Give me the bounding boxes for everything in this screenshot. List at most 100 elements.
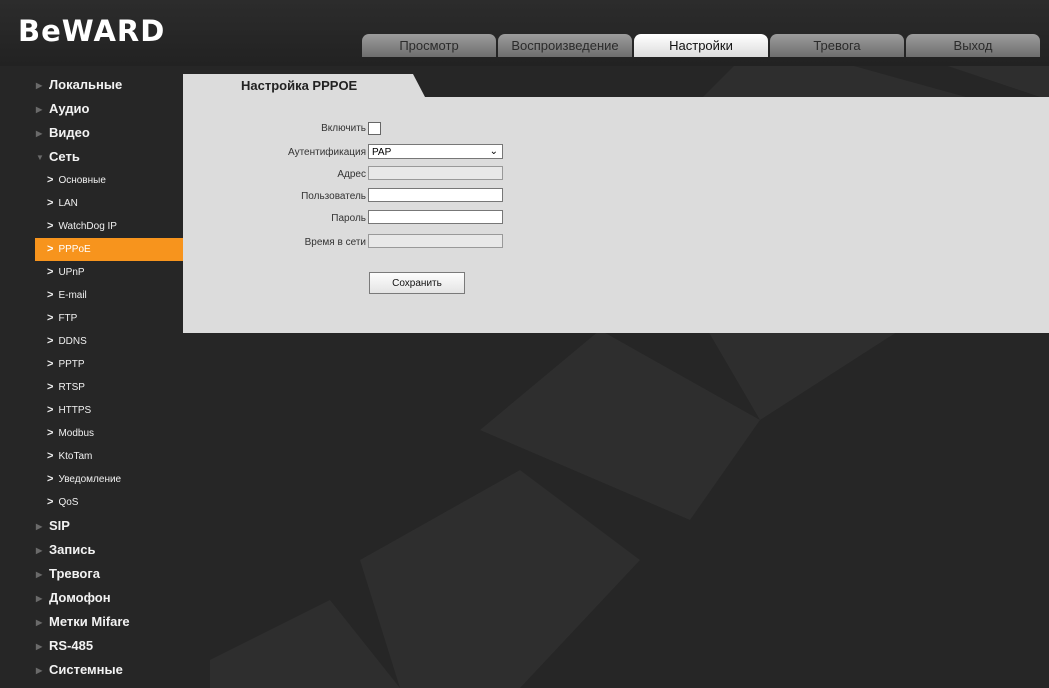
sidebar-item-label: Тревога [49, 566, 101, 581]
collapsed-triangle-icon: ▶ [36, 594, 43, 603]
sidebar-subitem-qos[interactable]: > QoS [27, 491, 185, 514]
sidebar-subitem-pptp[interactable]: > PPTP [27, 353, 185, 376]
sidebar-item-label: Сеть [49, 149, 80, 164]
sidebar-subitem-label: DDNS [58, 336, 87, 347]
sidebar-subitem-rtsp[interactable]: > RTSP [27, 376, 185, 399]
beward-logo: BeWARD [18, 14, 166, 48]
collapsed-triangle-icon: ▶ [36, 105, 43, 114]
sidebar-item-label: Домофон [49, 590, 111, 605]
sidebar-item-rs485[interactable]: ▶ RS-485 [27, 634, 185, 658]
sidebar-subitem-ftp[interactable]: > FTP [27, 307, 185, 330]
sidebar-item-record[interactable]: ▶ Запись [27, 538, 185, 562]
panel-body: Включить Аутентификация PAP ⌄ Адрес Польз… [183, 97, 1049, 333]
chevron-right-icon: > [47, 220, 54, 232]
chevron-right-icon: > [47, 427, 54, 439]
sidebar-item-label: Системные [49, 662, 123, 677]
chevron-right-icon: > [47, 450, 54, 462]
top-bar: BeWARD Просмотр Воспроизведение Настройк… [0, 0, 1049, 66]
panel-tab-notch [413, 74, 425, 97]
panel-title: Настройка PPPOE [241, 78, 358, 93]
collapsed-triangle-icon: ▶ [36, 522, 43, 531]
enable-label: Включить [321, 123, 366, 134]
sidebar-subitem-ddns[interactable]: > DDNS [27, 330, 185, 353]
sidebar-item-label: SIP [49, 518, 70, 533]
sidebar-subitem-label: HTTPS [58, 405, 92, 416]
sidebar-item-sip[interactable]: ▶ SIP [27, 514, 185, 538]
enable-checkbox[interactable] [368, 122, 381, 135]
online-time-field [368, 234, 503, 248]
auth-select[interactable]: PAP ⌄ [368, 144, 503, 159]
collapsed-triangle-icon: ▶ [36, 618, 43, 627]
collapsed-triangle-icon: ▶ [36, 570, 43, 579]
user-label: Пользователь [301, 191, 366, 202]
collapsed-triangle-icon: ▶ [36, 666, 43, 675]
tab-logout[interactable]: Выход [906, 34, 1040, 57]
sidebar-item-audio[interactable]: ▶ Аудио [27, 97, 185, 121]
sidebar-subitem-notification[interactable]: > Уведомление [27, 468, 185, 491]
chevron-right-icon: > [47, 289, 54, 301]
chevron-right-icon: > [47, 197, 54, 209]
sidebar-subitem-label: LAN [58, 198, 78, 209]
sidebar-item-label: Видео [49, 125, 90, 140]
chevron-right-icon: > [47, 312, 54, 324]
chevron-right-icon: > [47, 335, 54, 347]
sidebar-subitem-label: Основные [58, 175, 106, 186]
sidebar-item-video[interactable]: ▶ Видео [27, 121, 185, 145]
online-time-label: Время в сети [304, 237, 366, 248]
sidebar-subitem-label: PPPoE [58, 244, 91, 255]
sidebar-item-label: Запись [49, 542, 96, 557]
sidebar-item-intercom[interactable]: ▶ Домофон [27, 586, 185, 610]
chevron-right-icon: > [47, 496, 54, 508]
sidebar-subitem-label: UPnP [58, 267, 85, 278]
chevron-right-icon: > [47, 266, 54, 278]
auth-select-value: PAP [372, 147, 392, 158]
sidebar-subitem-pppoe[interactable]: > PPPoE [35, 238, 185, 261]
tab-playback[interactable]: Воспроизведение [498, 34, 632, 57]
auth-label: Аутентификация [288, 147, 366, 158]
sidebar-subitem-label: RTSP [58, 382, 85, 393]
sidebar-subitem-label: Уведомление [58, 474, 122, 485]
sidebar-item-label: RS-485 [49, 638, 94, 653]
sidebar-item-label: Метки Mifare [49, 614, 130, 629]
sidebar-item-network[interactable]: ▼ Сеть [27, 145, 185, 169]
sidebar-item-local[interactable]: ▶ Локальные [27, 73, 185, 97]
main-tabs: Просмотр Воспроизведение Настройки Трево… [362, 34, 1042, 58]
sidebar-subitem-basic[interactable]: > Основные [27, 169, 185, 192]
chevron-right-icon: > [47, 358, 54, 370]
collapsed-triangle-icon: ▶ [36, 642, 43, 651]
save-button[interactable]: Сохранить [369, 272, 465, 294]
sidebar-subitem-https[interactable]: > HTTPS [27, 399, 185, 422]
tab-alarm[interactable]: Тревога [770, 34, 904, 57]
sidebar-subitem-upnp[interactable]: > UPnP [27, 261, 185, 284]
sidebar-subitem-label: E-mail [58, 290, 87, 301]
sidebar-item-system[interactable]: ▶ Системные [27, 658, 185, 682]
sidebar-subitem-watchdog[interactable]: > WatchDog IP [27, 215, 185, 238]
chevron-right-icon: > [47, 473, 54, 485]
sidebar-subitem-modbus[interactable]: > Modbus [27, 422, 185, 445]
sidebar-subitem-label: KtoTam [58, 451, 93, 462]
sidebar-subitem-label: Modbus [58, 428, 95, 439]
sidebar-subitem-email[interactable]: > E-mail [27, 284, 185, 307]
sidebar-subitem-ktotam[interactable]: > KtoTam [27, 445, 185, 468]
expanded-triangle-icon: ▼ [36, 153, 44, 162]
sidebar-subitem-label: PPTP [58, 359, 85, 370]
sidebar: ▶ Локальные ▶ Аудио ▶ Видео ▼ Сеть > Основные… [27, 73, 185, 682]
chevron-down-icon: ⌄ [489, 146, 498, 157]
address-label: Адрес [337, 169, 366, 180]
username-field[interactable] [368, 188, 503, 202]
tab-settings[interactable]: Настройки [634, 34, 768, 57]
collapsed-triangle-icon: ▶ [36, 81, 43, 90]
chevron-right-icon: > [47, 404, 54, 416]
chevron-right-icon: > [47, 381, 54, 393]
tab-view[interactable]: Просмотр [362, 34, 496, 57]
sidebar-item-alarm[interactable]: ▶ Тревога [27, 562, 185, 586]
sidebar-subitem-label: WatchDog IP [58, 221, 117, 232]
password-label: Пароль [331, 213, 366, 224]
sidebar-subitem-lan[interactable]: > LAN [27, 192, 185, 215]
address-field [368, 166, 503, 180]
password-field[interactable] [368, 210, 503, 224]
sidebar-item-label: Аудио [49, 101, 90, 116]
pppoe-settings-panel: Настройка PPPOE Включить Аутентификация … [183, 74, 1049, 333]
sidebar-item-mifare[interactable]: ▶ Метки Mifare [27, 610, 185, 634]
sidebar-subitem-label: FTP [58, 313, 78, 324]
